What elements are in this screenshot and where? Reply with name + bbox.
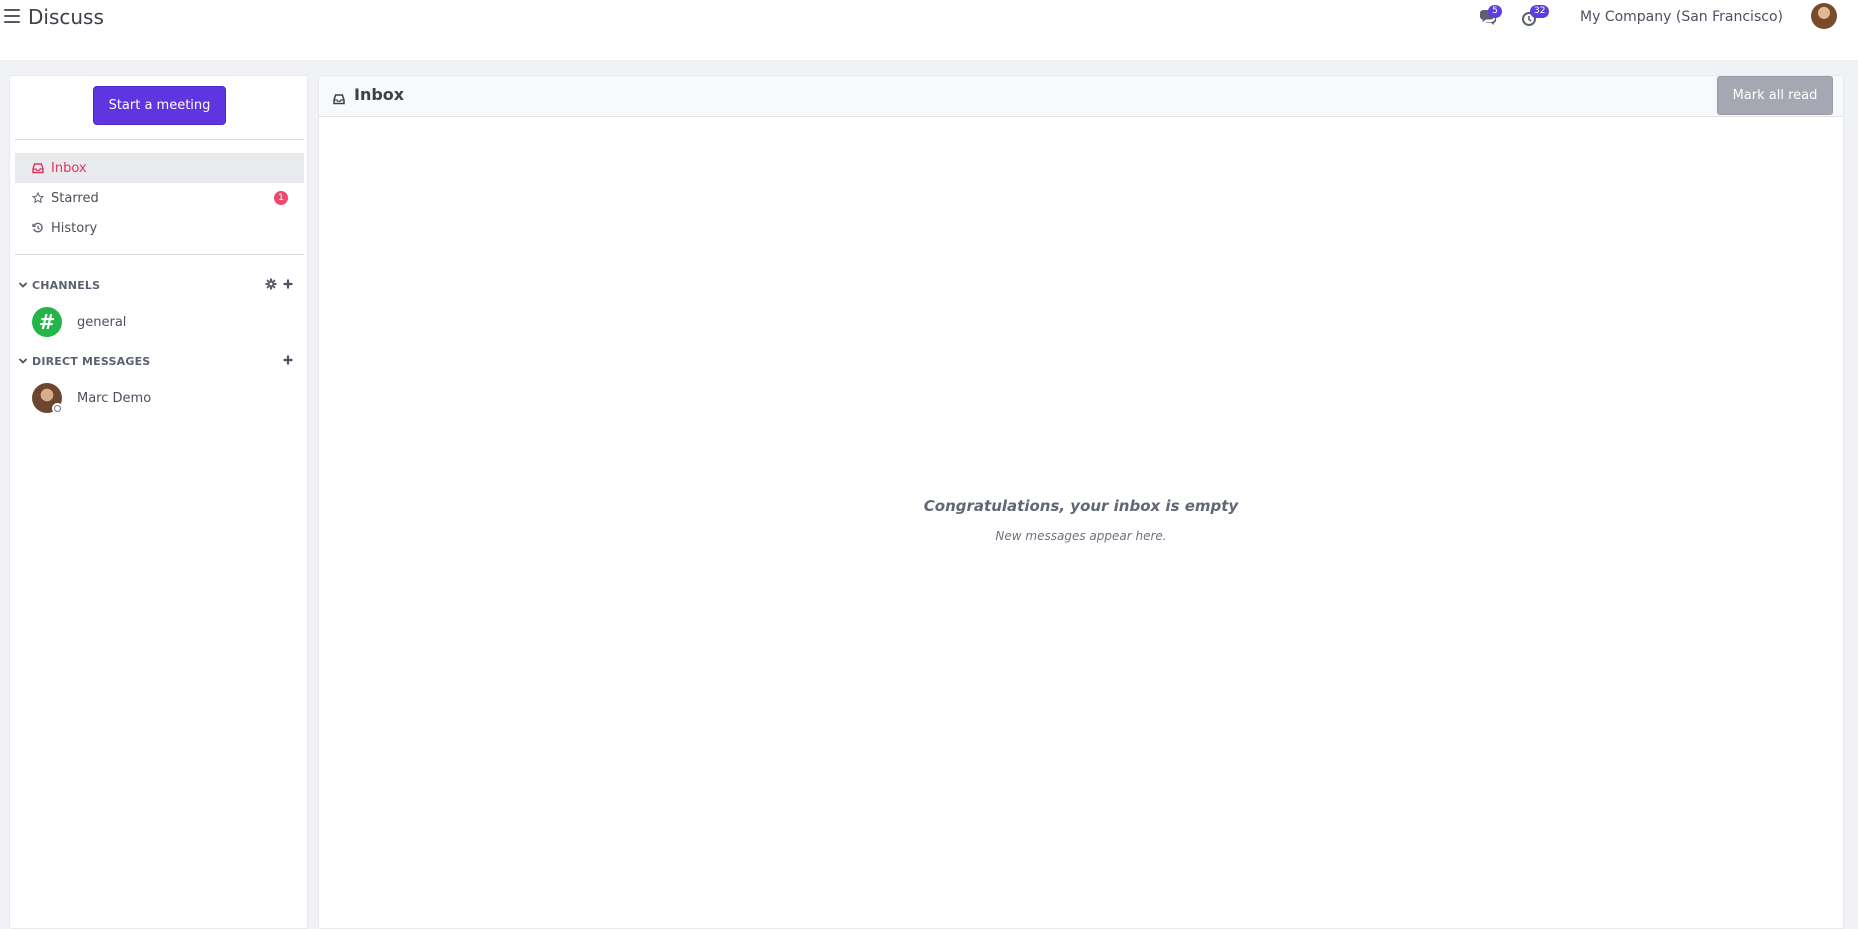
app-title: Discuss [28,5,104,29]
sidebar-item-starred[interactable]: Starred 1 [15,183,304,213]
sidebar-item-history[interactable]: History [15,213,304,243]
star-icon [32,192,44,204]
direct-messages-label: DIRECT MESSAGES [32,354,151,368]
inbox-icon [333,90,345,105]
add-direct-message-plus-icon[interactable] [282,354,294,366]
mark-all-read-button[interactable]: Mark all read [1717,76,1833,115]
sidebar-item-label: Starred [51,190,99,206]
offline-status-icon [52,403,63,414]
channels-label: CHANNELS [32,278,101,292]
channel-avatar: # [32,307,62,337]
history-icon [32,222,44,234]
messages-icon[interactable]: 5 [1478,5,1502,28]
company-switcher[interactable]: My Company (San Francisco) [1580,9,1783,25]
page-title: Inbox [354,85,405,104]
activities-badge: 32 [1530,5,1550,18]
direct-messages-section-header[interactable]: DIRECT MESSAGES [15,350,304,372]
channel-label: general [77,314,127,330]
activity-clock-icon[interactable]: 32 [1520,5,1550,28]
channels-section-header[interactable]: CHANNELS [15,274,304,296]
sidebar-item-label: Inbox [51,160,87,176]
sidebar-item-label: History [51,220,98,236]
inbox-header: Inbox Mark all read [319,76,1843,117]
avatar [32,383,63,414]
menu-icon[interactable] [4,9,20,23]
divider [15,254,304,255]
chevron-down-icon[interactable] [18,280,28,290]
start-meeting-button[interactable]: Start a meeting [93,86,226,125]
sidebar-item-inbox[interactable]: Inbox [15,153,304,183]
empty-inbox-subtitle: New messages appear here. [995,529,1167,543]
discuss-sidebar: Start a meeting Inbox Starred 1 History … [9,75,308,929]
empty-inbox-title: Congratulations, your inbox is empty [923,497,1239,515]
inbox-icon [32,162,44,174]
channel-settings-gear-icon[interactable] [265,278,277,290]
starred-count-badge: 1 [274,191,288,205]
messages-badge: 5 [1488,5,1502,18]
user-avatar[interactable] [1811,3,1837,29]
top-navbar: Discuss 5 32 My Company (San Francisco) [0,0,1858,60]
dm-item-marc-demo[interactable]: Marc Demo [15,380,304,416]
divider [15,139,304,140]
channel-item-general[interactable]: # general [15,304,304,340]
dm-label: Marc Demo [77,390,152,406]
chevron-down-icon[interactable] [18,356,28,366]
inbox-panel: Inbox Mark all read Congratulations, you… [318,75,1844,929]
add-channel-plus-icon[interactable] [282,278,294,290]
